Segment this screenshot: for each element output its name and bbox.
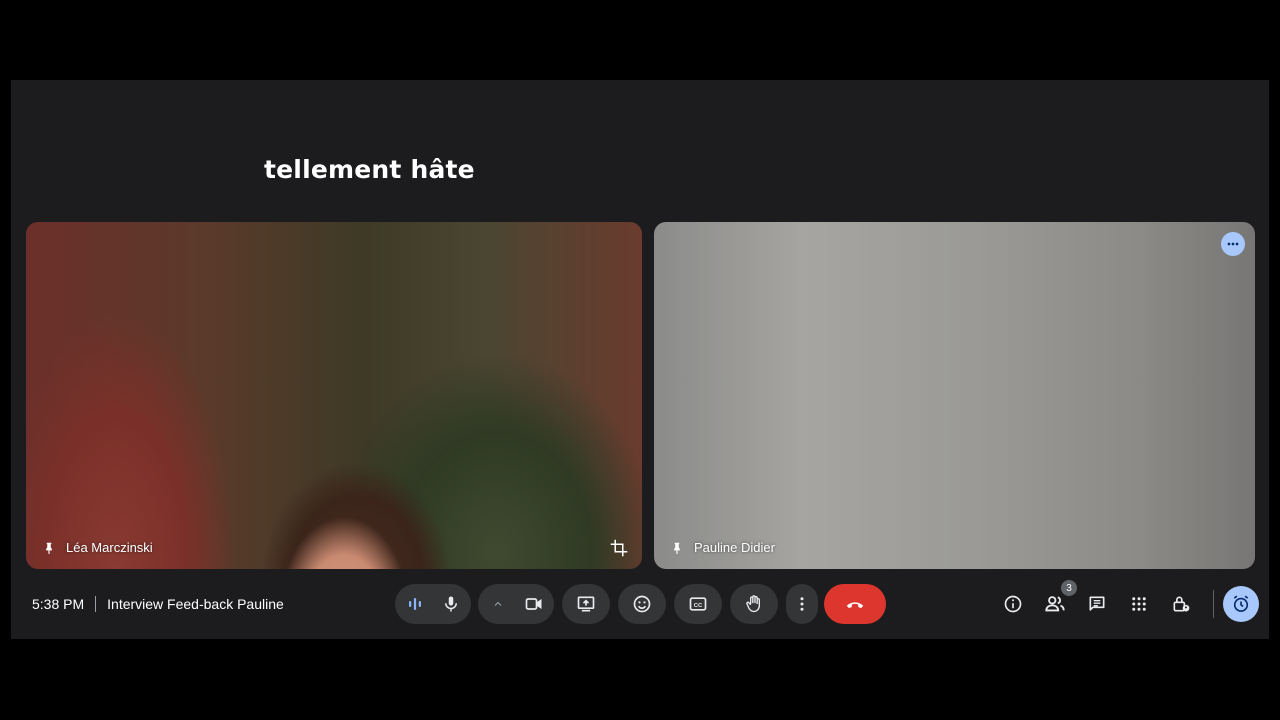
people-count-badge: 3 xyxy=(1061,580,1077,596)
mic-icon[interactable] xyxy=(433,584,469,624)
audio-level-icon[interactable] xyxy=(397,584,433,624)
meeting-time: 5:38 PM xyxy=(32,596,85,612)
participant-name-tag: Pauline Didier xyxy=(670,540,775,555)
pin-icon[interactable] xyxy=(42,541,56,555)
live-caption: tellement hâte xyxy=(264,155,475,184)
present-screen-icon[interactable] xyxy=(562,584,610,624)
participant-name-tag: Léa Marczinski xyxy=(42,540,153,555)
divider xyxy=(95,596,97,612)
mic-control-group xyxy=(395,584,471,624)
participant-name: Léa Marczinski xyxy=(66,540,153,555)
chevron-up-icon[interactable] xyxy=(480,584,516,624)
edge-strip xyxy=(1269,215,1280,640)
meeting-details: 5:38 PM Interview Feed-back Pauline xyxy=(32,596,284,612)
apps-grid-icon[interactable] xyxy=(1127,592,1151,616)
more-options-icon[interactable] xyxy=(1221,232,1245,256)
info-icon[interactable] xyxy=(1001,592,1025,616)
people-icon[interactable]: 3 xyxy=(1043,580,1077,616)
meeting-title[interactable]: Interview Feed-back Pauline xyxy=(107,596,284,612)
control-bar: 5:38 PM Interview Feed-back Pauline CC 3 xyxy=(11,578,1269,638)
participant-tile-pauline[interactable]: Pauline Didier xyxy=(654,222,1255,569)
crop-icon[interactable] xyxy=(610,539,628,557)
closed-captions-icon[interactable]: CC xyxy=(674,584,722,624)
participant-name: Pauline Didier xyxy=(694,540,775,555)
chat-icon[interactable] xyxy=(1085,592,1109,616)
more-vert-icon[interactable] xyxy=(786,584,818,624)
emoji-icon[interactable] xyxy=(618,584,666,624)
participant-tile-lea[interactable]: Léa Marczinski xyxy=(26,222,642,569)
alarm-icon[interactable] xyxy=(1223,586,1259,622)
videocam-icon[interactable] xyxy=(516,584,552,624)
pin-icon[interactable] xyxy=(670,541,684,555)
raise-hand-icon[interactable] xyxy=(730,584,778,624)
call-end-icon[interactable] xyxy=(824,584,886,624)
lock-person-icon[interactable] xyxy=(1169,592,1193,616)
svg-text:CC: CC xyxy=(694,603,703,609)
camera-control-group xyxy=(478,584,554,624)
toolbar-separator xyxy=(1213,590,1214,618)
